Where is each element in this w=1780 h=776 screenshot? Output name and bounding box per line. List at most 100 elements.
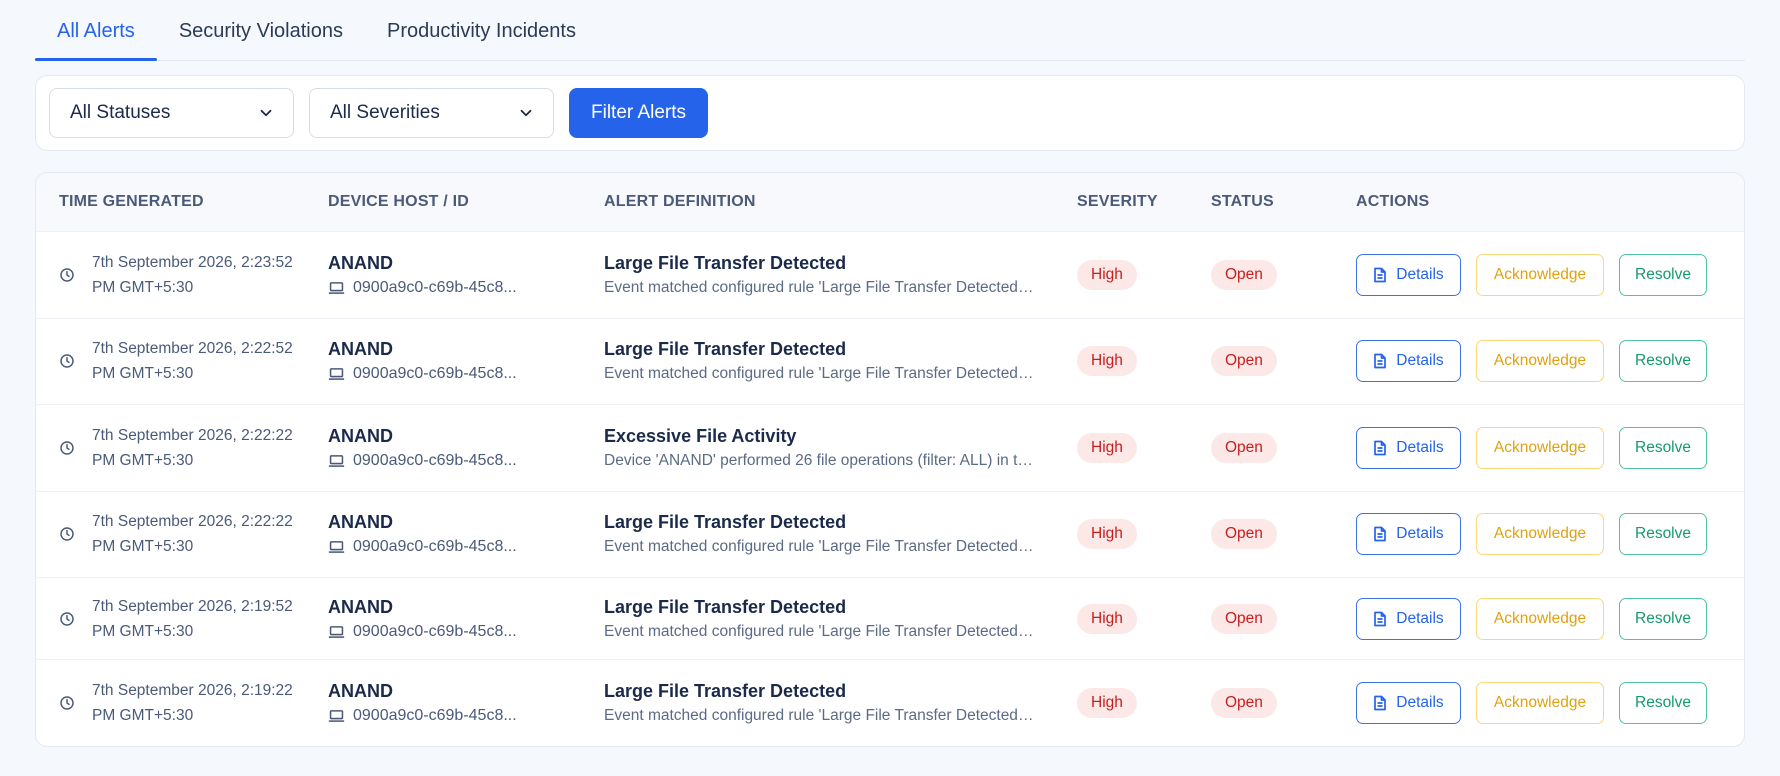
time-line-zone: PM GMT+5:30 xyxy=(92,622,194,640)
time-line-date: 7th September 2026, 2:22:22 xyxy=(92,513,293,531)
alert-description: Event matched configured rule 'Large Fil… xyxy=(604,622,1036,640)
actions-cell: Details Acknowledge Resolve xyxy=(1356,597,1744,640)
laptop-icon xyxy=(328,281,345,294)
severity-select-value: All Severities xyxy=(330,102,440,123)
time-cell: 7th September 2026, 2:22:22 PM GMT+5:30 xyxy=(36,509,328,559)
alert-title: Large File Transfer Detected xyxy=(604,252,847,273)
acknowledge-button[interactable]: Acknowledge xyxy=(1476,513,1604,556)
filter-alerts-button[interactable]: Filter Alerts xyxy=(569,88,709,138)
status-badge: Open xyxy=(1211,346,1277,377)
device-cell: ANAND 0900a9c0-c69b-45c8... xyxy=(328,426,604,470)
device-cell: ANAND 0900a9c0-c69b-45c8... xyxy=(328,681,604,725)
acknowledge-button[interactable]: Acknowledge xyxy=(1476,340,1604,383)
device-cell: ANAND 0900a9c0-c69b-45c8... xyxy=(328,339,604,383)
resolve-button[interactable]: Resolve xyxy=(1619,513,1707,556)
alert-description: Event matched configured rule 'Large Fil… xyxy=(604,707,1036,724)
details-label: Details xyxy=(1396,265,1444,283)
device-host: ANAND xyxy=(328,339,393,360)
header-device: DEVICE HOST / ID xyxy=(328,193,469,210)
chevron-down-icon xyxy=(520,109,532,117)
device-host: ANAND xyxy=(328,596,393,617)
time-line-date: 7th September 2026, 2:19:52 xyxy=(92,597,293,615)
status-select[interactable]: All Statuses xyxy=(49,88,294,138)
details-button[interactable]: Details xyxy=(1356,513,1461,556)
clock-icon xyxy=(60,696,74,710)
status-cell: Open xyxy=(1211,259,1356,290)
time-cell: 7th September 2026, 2:22:52 PM GMT+5:30 xyxy=(36,336,328,386)
tab-productivity-incidents[interactable]: Productivity Incidents xyxy=(365,14,598,60)
resolve-button[interactable]: Resolve xyxy=(1619,597,1707,640)
details-label: Details xyxy=(1396,352,1444,370)
severity-badge: High xyxy=(1077,259,1137,290)
time-cell: 7th September 2026, 2:22:22 PM GMT+5:30 xyxy=(36,423,328,473)
status-cell: Open xyxy=(1211,519,1356,550)
alert-description: Event matched configured rule 'Large Fil… xyxy=(604,538,1036,556)
acknowledge-button[interactable]: Acknowledge xyxy=(1476,253,1604,296)
severity-cell: High xyxy=(1077,259,1211,290)
device-host: ANAND xyxy=(328,512,393,533)
alert-title: Large File Transfer Detected xyxy=(604,596,847,617)
clock-icon xyxy=(60,527,74,541)
document-icon xyxy=(1374,267,1387,283)
document-icon xyxy=(1374,526,1387,542)
status-cell: Open xyxy=(1211,688,1356,718)
resolve-button[interactable]: Resolve xyxy=(1619,340,1707,383)
severity-badge: High xyxy=(1077,688,1137,718)
table-row: 7th September 2026, 2:22:22 PM GMT+5:30 … xyxy=(36,405,1744,492)
details-button[interactable]: Details xyxy=(1356,340,1461,383)
status-cell: Open xyxy=(1211,432,1356,463)
alert-cell: Large File Transfer Detected Event match… xyxy=(604,339,1077,383)
table-row: 7th September 2026, 2:19:22 PM GMT+5:30 … xyxy=(36,660,1744,746)
alert-title: Large File Transfer Detected xyxy=(604,339,847,360)
clock-icon xyxy=(60,268,74,282)
tab-all-alerts[interactable]: All Alerts xyxy=(35,14,157,61)
actions-cell: Details Acknowledge Resolve xyxy=(1356,513,1744,556)
table-body: 7th September 2026, 2:23:52 PM GMT+5:30 … xyxy=(36,232,1744,746)
device-id-text: 0900a9c0-c69b-45c8... xyxy=(353,622,517,640)
alerts-table: TIME GENERATED DEVICE HOST / ID ALERT DE… xyxy=(35,172,1745,747)
severity-select[interactable]: All Severities xyxy=(309,88,554,138)
details-button[interactable]: Details xyxy=(1356,253,1461,296)
status-badge: Open xyxy=(1211,259,1277,290)
device-id: 0900a9c0-c69b-45c8... xyxy=(328,452,604,470)
tab-security-violations[interactable]: Security Violations xyxy=(157,14,365,60)
acknowledge-button[interactable]: Acknowledge xyxy=(1476,682,1604,724)
alert-cell: Large File Transfer Detected Event match… xyxy=(604,597,1077,641)
alert-description: Event matched configured rule 'Large Fil… xyxy=(604,278,1036,296)
actions-cell: Details Acknowledge Resolve xyxy=(1356,426,1744,469)
header-severity: SEVERITY xyxy=(1077,193,1158,210)
details-button[interactable]: Details xyxy=(1356,426,1461,469)
time-line-date: 7th September 2026, 2:19:22 xyxy=(92,682,293,699)
severity-cell: High xyxy=(1077,346,1211,377)
time-line-zone: PM GMT+5:30 xyxy=(92,538,194,556)
resolve-button[interactable]: Resolve xyxy=(1619,682,1707,724)
acknowledge-button[interactable]: Acknowledge xyxy=(1476,426,1604,469)
header-time-generated: TIME GENERATED xyxy=(59,193,204,210)
table-row: 7th September 2026, 2:22:22 PM GMT+5:30 … xyxy=(36,492,1744,578)
severity-cell: High xyxy=(1077,688,1211,718)
resolve-button[interactable]: Resolve xyxy=(1619,426,1707,469)
severity-badge: High xyxy=(1077,519,1137,550)
alert-description: Device 'ANAND' performed 26 file operati… xyxy=(604,451,1036,469)
details-label: Details xyxy=(1396,525,1444,543)
status-cell: Open xyxy=(1211,346,1356,377)
time-generated: 7th September 2026, 2:22:22 PM GMT+5:30 xyxy=(92,423,302,473)
time-cell: 7th September 2026, 2:23:52 PM GMT+5:30 xyxy=(36,250,328,300)
severity-badge: High xyxy=(1077,603,1137,634)
acknowledge-button[interactable]: Acknowledge xyxy=(1476,597,1604,640)
device-cell: ANAND 0900a9c0-c69b-45c8... xyxy=(328,597,604,641)
details-label: Details xyxy=(1396,694,1444,711)
alerts-page: All Alerts Security Violations Productiv… xyxy=(0,0,1780,776)
header-actions: ACTIONS xyxy=(1356,193,1430,210)
severity-cell: High xyxy=(1077,519,1211,550)
details-button[interactable]: Details xyxy=(1356,682,1461,724)
chevron-down-icon xyxy=(260,109,272,117)
resolve-button[interactable]: Resolve xyxy=(1619,253,1707,296)
time-line-date: 7th September 2026, 2:22:52 xyxy=(92,340,293,358)
status-badge: Open xyxy=(1211,519,1277,550)
details-button[interactable]: Details xyxy=(1356,597,1461,640)
alert-title: Large File Transfer Detected xyxy=(604,681,847,701)
clock-icon xyxy=(60,441,74,455)
laptop-icon xyxy=(328,710,345,722)
device-host: ANAND xyxy=(328,252,393,273)
